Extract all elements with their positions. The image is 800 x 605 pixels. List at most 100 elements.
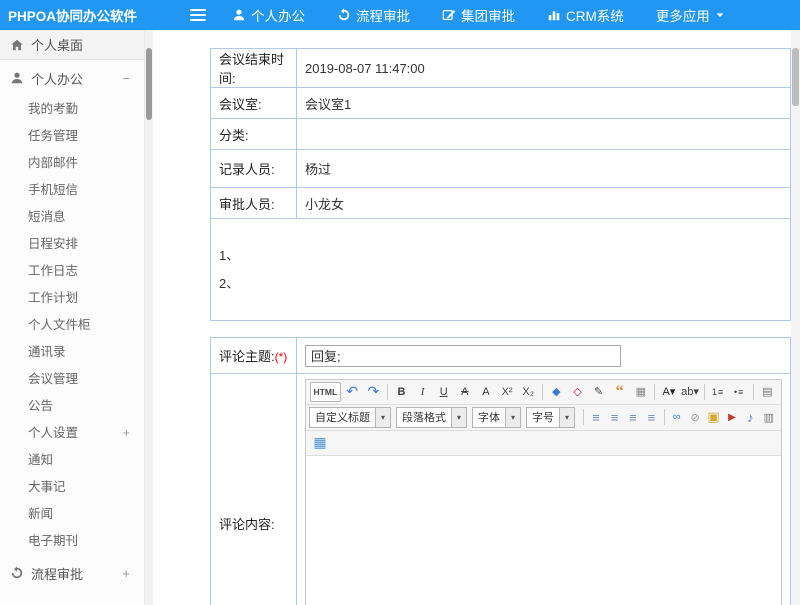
expand-icon[interactable]: + (123, 420, 130, 447)
person-icon (10, 71, 24, 85)
sidebar-item-work-log[interactable]: 工作日志 (0, 258, 144, 285)
meeting-detail-form: 会议结束时间: 2019-08-07 11:47:00 会议室: 会议室1 分类… (210, 48, 791, 605)
table-row: 评论主题:(*) (211, 338, 791, 374)
expand-icon[interactable]: + (122, 566, 130, 581)
sidebar-item-internal-mail[interactable]: 内部邮件 (0, 150, 144, 177)
sidebar-item-file-cabinet[interactable]: 个人文件柜 (0, 312, 144, 339)
subscript-icon[interactable]: X₂ (519, 382, 538, 402)
image-icon[interactable]: ▣ (705, 407, 721, 427)
nav-label: 集团审批 (461, 5, 515, 25)
nav-group-approval[interactable]: 集团审批 (442, 5, 515, 25)
field-label: 分类: (211, 119, 297, 150)
field-label: 会议结束时间: (211, 49, 297, 88)
main-scrollbar-thumb[interactable] (792, 48, 799, 106)
align-justify-icon[interactable]: ≡ (643, 407, 659, 427)
section-label: 个人办公 (31, 69, 83, 88)
link-icon[interactable]: ∞ (668, 407, 684, 427)
nav-label: 流程审批 (356, 5, 410, 25)
calendar-icon[interactable]: ▦ (631, 382, 650, 402)
app-title: PHPOA协同办公软件 (0, 5, 150, 25)
sidebar-scrollbar-thumb[interactable] (146, 48, 152, 120)
align-right-icon[interactable]: ≡ (625, 407, 641, 427)
caret-down-icon: ▾ (559, 408, 574, 427)
hamburger-menu-icon[interactable] (190, 9, 206, 21)
format-painter-icon[interactable]: ◆ (547, 382, 566, 402)
sidebar-item-personal-settings[interactable]: 个人设置+ (0, 420, 144, 447)
sidebar-item-memorabilia[interactable]: 大事记 (0, 474, 144, 501)
chart-icon (547, 8, 561, 22)
paragraph-select[interactable]: 段落格式 ▾ (396, 407, 467, 428)
nav-crm-system[interactable]: CRM系统 (547, 5, 624, 25)
sidebar-section-personal-office[interactable]: 个人办公 − (0, 60, 144, 96)
main-content: 会议结束时间: 2019-08-07 11:47:00 会议室: 会议室1 分类… (153, 30, 791, 605)
underline-icon[interactable]: U (434, 382, 453, 402)
sidebar-item-schedule[interactable]: 日程安排 (0, 231, 144, 258)
align-left-icon[interactable]: ≡ (588, 407, 604, 427)
sidebar-item-attendance[interactable]: 我的考勤 (0, 96, 144, 123)
sidebar-item-label: 个人桌面 (31, 35, 83, 54)
undo-icon[interactable]: ↶ (343, 382, 362, 402)
comment-subject-input[interactable] (305, 345, 621, 367)
comment-subject-label: 评论主题:(*) (211, 338, 297, 374)
superscript-icon[interactable]: X² (498, 382, 517, 402)
sidebar-item-desktop[interactable]: 个人桌面 (0, 30, 144, 60)
unlink-icon[interactable]: ⊘ (687, 407, 703, 427)
person-icon (232, 8, 246, 22)
field-label: 记录人员: (211, 150, 297, 188)
sidebar-item-e-journal[interactable]: 电子期刊 (0, 528, 144, 555)
heading-select[interactable]: 自定义标题 ▾ (309, 407, 391, 428)
top-navigation: 个人办公 流程审批 集团审批 CRM系统 更多应用 (232, 5, 725, 25)
sidebar-scrollbar[interactable] (145, 30, 153, 605)
eraser-icon[interactable]: ◇ (568, 382, 587, 402)
strikethrough-icon[interactable]: A (455, 382, 474, 402)
remove-format-icon[interactable]: A (476, 382, 495, 402)
font-color-icon[interactable]: A▾ (659, 382, 678, 402)
ordered-list-icon[interactable]: 1≡ (709, 382, 728, 402)
attachment-icon[interactable]: ▥ (761, 407, 777, 427)
editor-toolbar-row1: HTML ↶ ↷ B I U A A X² X₂ (306, 380, 781, 405)
bold-icon[interactable]: B (392, 382, 411, 402)
sidebar-item-tasks[interactable]: 任务管理 (0, 123, 144, 150)
field-value (297, 119, 791, 150)
page-icon[interactable]: ▤ (758, 382, 777, 402)
pencil-icon[interactable]: ✎ (589, 382, 608, 402)
sidebar-item-contacts[interactable]: 通讯录 (0, 339, 144, 366)
app-window: PHPOA协同办公软件 个人办公 流程审批 集团审批 (0, 0, 800, 605)
align-center-icon[interactable]: ≡ (606, 407, 622, 427)
media-icon[interactable]: ♪ (742, 407, 758, 427)
sidebar-section-workflow-approval[interactable]: 流程审批 + (0, 555, 144, 591)
collapse-icon[interactable]: − (122, 71, 130, 86)
table-row: 1、 2、 (211, 219, 791, 321)
highlight-color-icon[interactable]: ab▾ (680, 382, 699, 402)
sidebar-item-short-message[interactable]: 短消息 (0, 204, 144, 231)
sidebar-item-meeting-management[interactable]: 会议管理 (0, 366, 144, 393)
editor-toolbar-row2: 自定义标题 ▾ 段落格式 ▾ 字体 ▾ (306, 405, 781, 431)
field-value: 杨过 (297, 150, 791, 188)
sidebar-item-news[interactable]: 新闻 (0, 501, 144, 528)
editor-content-area[interactable] (306, 456, 781, 605)
redo-icon[interactable]: ↷ (364, 382, 383, 402)
nav-label: CRM系统 (566, 5, 624, 25)
flash-icon[interactable]: ▶ (724, 407, 740, 427)
table-icon[interactable]: ▦ (310, 433, 330, 453)
table-row: 会议结束时间: 2019-08-07 11:47:00 (211, 49, 791, 88)
sidebar-item-work-plan[interactable]: 工作计划 (0, 285, 144, 312)
sidebar-item-sms[interactable]: 手机短信 (0, 177, 144, 204)
nav-workflow-approval[interactable]: 流程审批 (337, 5, 410, 25)
table-row: 记录人员: 杨过 (211, 150, 791, 188)
field-value: 2019-08-07 11:47:00 (297, 49, 791, 88)
quote-icon[interactable]: “ (610, 382, 629, 402)
field-label: 审批人员: (211, 188, 297, 219)
source-icon[interactable]: HTML (310, 382, 341, 402)
sidebar-item-notification[interactable]: 通知 (0, 447, 144, 474)
table-row: 审批人员: 小龙女 (211, 188, 791, 219)
nav-personal-office[interactable]: 个人办公 (232, 5, 305, 25)
font-select[interactable]: 字体 ▾ (472, 407, 521, 428)
nav-more-apps[interactable]: 更多应用 (656, 5, 725, 25)
sidebar-item-announcement[interactable]: 公告 (0, 393, 144, 420)
unordered-list-icon[interactable]: •≡ (730, 382, 749, 402)
italic-icon[interactable]: I (413, 382, 432, 402)
size-select[interactable]: 字号 ▾ (526, 407, 575, 428)
main-scrollbar[interactable] (791, 30, 800, 605)
table-row: 会议室: 会议室1 (211, 88, 791, 119)
